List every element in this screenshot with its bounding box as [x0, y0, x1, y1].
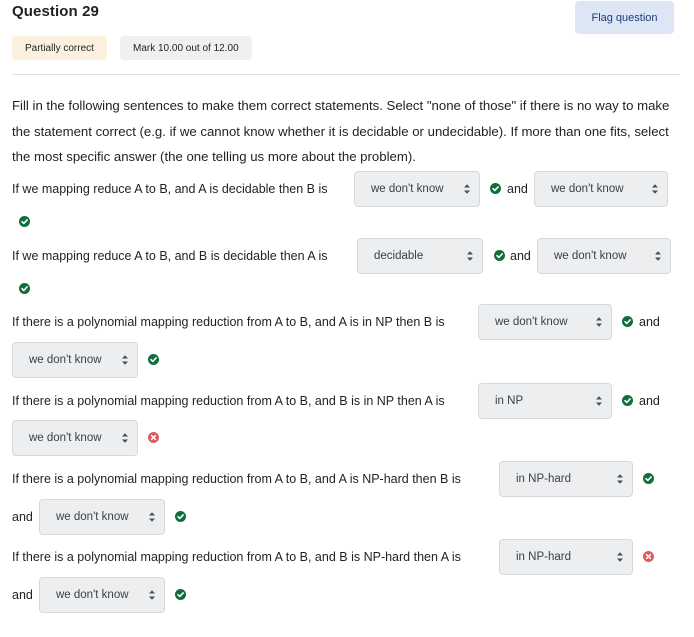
select-arrow-icon	[149, 512, 155, 522]
select-arrow-icon	[652, 184, 658, 194]
correct-icon	[19, 283, 30, 294]
state-badge: Partially correct	[12, 36, 107, 60]
answer-select-value: we don't know	[551, 183, 624, 195]
correct-icon	[19, 216, 30, 227]
answer-select-value: in NP	[495, 395, 524, 407]
select-arrow-icon	[617, 552, 623, 562]
sentence-6: If there is a polynomial mapping reducti…	[12, 550, 461, 564]
answer-select-value: in NP-hard	[516, 551, 571, 563]
select-arrow-icon	[122, 355, 128, 365]
answer-select-4a[interactable]: in NP	[478, 383, 612, 419]
answer-select-4b[interactable]: we don't know	[12, 420, 138, 456]
sentence-5: If there is a polynomial mapping reducti…	[12, 472, 461, 486]
sentence-4: If there is a polynomial mapping reducti…	[12, 394, 445, 408]
correct-icon	[175, 511, 186, 522]
answer-select-value: decidable	[374, 250, 424, 262]
answer-select-2a[interactable]: decidable	[357, 238, 483, 274]
answer-select-value: we don't know	[495, 316, 568, 328]
answer-select-value: we don't know	[554, 250, 627, 262]
select-arrow-icon	[149, 590, 155, 600]
correct-icon	[622, 316, 633, 327]
select-arrow-icon	[596, 396, 602, 406]
answer-select-value: we don't know	[56, 511, 129, 523]
and-label: and	[639, 315, 660, 329]
answer-select-5b[interactable]: we don't know	[39, 499, 165, 535]
sentence-1: If we mapping reduce A to B, and A is de…	[12, 182, 328, 196]
answer-select-1a[interactable]: we don't know	[354, 171, 480, 207]
answer-select-value: we don't know	[371, 183, 444, 195]
and-label: and	[510, 249, 531, 263]
sentence-2: If we mapping reduce A to B, and B is de…	[12, 249, 328, 263]
and-label: and	[507, 182, 528, 196]
answer-select-6a[interactable]: in NP-hard	[499, 539, 633, 575]
answer-select-6b[interactable]: we don't know	[39, 577, 165, 613]
correct-icon	[622, 395, 633, 406]
answer-select-3a[interactable]: we don't know	[478, 304, 612, 340]
and-label: and	[12, 588, 33, 602]
sentence-3: If there is a polynomial mapping reducti…	[12, 315, 445, 329]
answer-select-2b[interactable]: we don't know	[537, 238, 671, 274]
question-prompt: Fill in the following sentences to make …	[12, 98, 670, 164]
answer-select-value: we don't know	[56, 589, 129, 601]
select-arrow-icon	[617, 474, 623, 484]
select-arrow-icon	[122, 433, 128, 443]
answer-select-value: we don't know	[29, 432, 102, 444]
incorrect-icon	[148, 432, 159, 443]
correct-icon	[148, 354, 159, 365]
divider	[12, 74, 680, 75]
flag-question-button[interactable]: Flag question	[575, 1, 674, 34]
select-arrow-icon	[655, 251, 661, 261]
select-arrow-icon	[596, 317, 602, 327]
answer-select-1b[interactable]: we don't know	[534, 171, 668, 207]
mark-badge: Mark 10.00 out of 12.00	[120, 36, 252, 60]
answer-select-5a[interactable]: in NP-hard	[499, 461, 633, 497]
answer-select-3b[interactable]: we don't know	[12, 342, 138, 378]
correct-icon	[494, 250, 505, 261]
incorrect-icon	[643, 551, 654, 562]
answer-select-value: in NP-hard	[516, 473, 571, 485]
correct-icon	[490, 183, 501, 194]
answer-select-value: we don't know	[29, 354, 102, 366]
select-arrow-icon	[464, 184, 470, 194]
and-label: and	[639, 394, 660, 408]
question-title: Question 29	[12, 3, 99, 20]
correct-icon	[175, 589, 186, 600]
select-arrow-icon	[467, 251, 473, 261]
correct-icon	[643, 473, 654, 484]
and-label: and	[12, 510, 33, 524]
